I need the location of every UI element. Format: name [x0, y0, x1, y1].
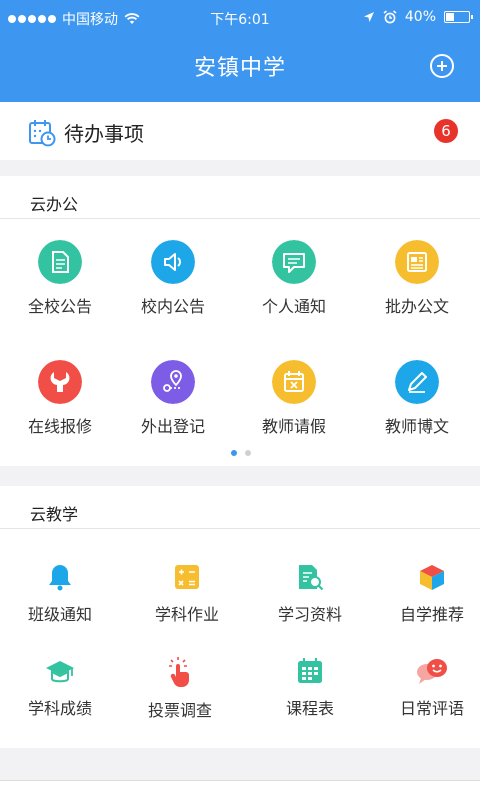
document-icon	[38, 240, 82, 284]
newspaper-icon	[395, 240, 439, 284]
chat-bubbles-icon	[417, 659, 447, 684]
teaching-item-label: 学科作业	[154, 605, 219, 624]
office-item-label: 校内公告	[140, 297, 205, 316]
office-item-teacher-blog[interactable]: 教师博文	[357, 360, 477, 437]
page-indicator	[231, 450, 251, 456]
battery-percent: 40%	[404, 9, 436, 25]
office-item-label: 全校公告	[27, 297, 92, 316]
todo-label: 待办事项	[64, 122, 144, 146]
teaching-item-label: 日常评语	[399, 699, 464, 718]
pencil-icon	[395, 360, 439, 404]
teaching-item-self-study[interactable]: 自学推荐	[372, 562, 480, 625]
teaching-item-label: 自学推荐	[399, 605, 464, 624]
office-section-title: 云办公	[0, 176, 480, 219]
teaching-item-homework[interactable]: 学科作业	[127, 562, 247, 625]
office-item-label: 在线报修	[27, 417, 92, 436]
top-bar: 中国移动 下午6:01 40% 安镇中学	[0, 0, 480, 102]
office-item-teacher-leave[interactable]: 教师请假	[234, 360, 354, 437]
office-item-school-notice[interactable]: 全校公告	[0, 240, 120, 317]
office-item-label: 外出登记	[140, 417, 205, 436]
office-item-personal-notice[interactable]: 个人通知	[234, 240, 354, 317]
todo-row[interactable]: 待办事项 6	[0, 102, 480, 160]
message-icon	[272, 240, 316, 284]
status-bar: 中国移动 下午6:01 40%	[0, 0, 480, 36]
office-item-campus-notice[interactable]: 校内公告	[113, 240, 233, 317]
schedule-icon	[298, 658, 322, 683]
page-dot[interactable]	[245, 450, 251, 456]
teaching-item-label: 学科成绩	[27, 699, 92, 718]
teaching-item-schedule[interactable]: 课程表	[250, 656, 370, 719]
teaching-item-label: 投票调查	[147, 701, 212, 720]
graduation-cap-icon	[46, 661, 74, 683]
calculator-icon	[175, 565, 199, 589]
battery-fill	[446, 13, 454, 21]
office-item-label: 批办公文	[384, 297, 449, 316]
page-dot-active[interactable]	[231, 450, 237, 456]
document-search-icon	[299, 565, 324, 591]
cube-icon	[420, 565, 444, 590]
location-arrow-icon	[363, 12, 374, 22]
office-item-online-repair[interactable]: 在线报修	[0, 360, 120, 437]
teaching-item-grades[interactable]: 学科成绩	[0, 656, 120, 719]
teaching-item-label: 学习资料	[277, 605, 342, 624]
wrench-icon	[38, 360, 82, 404]
office-item-outing-register[interactable]: 外出登记	[113, 360, 233, 437]
teaching-item-study-materials[interactable]: 学习资料	[250, 562, 370, 625]
teaching-item-class-notice[interactable]: 班级通知	[0, 562, 120, 625]
calendar-x-icon	[272, 360, 316, 404]
hand-tap-icon	[169, 657, 189, 687]
teaching-item-daily-comments[interactable]: 日常评语	[372, 656, 480, 719]
speaker-icon	[151, 240, 195, 284]
bell-icon	[49, 565, 71, 591]
teaching-item-label: 班级通知	[27, 605, 92, 624]
teaching-section: 云教学 班级通知 学科作业 学习资料 自学推荐 学科成绩 投票调查 课程表 日常…	[0, 486, 480, 748]
plus-circle-icon[interactable]	[430, 54, 454, 78]
office-item-label: 教师博文	[384, 417, 449, 436]
office-item-document-approval[interactable]: 批办公文	[357, 240, 477, 317]
location-icon	[151, 360, 195, 404]
calendar-clock-icon	[29, 120, 56, 147]
bottom-tab-bar[interactable]	[0, 780, 480, 800]
teaching-item-label: 课程表	[285, 699, 334, 718]
office-item-label: 个人通知	[261, 297, 326, 316]
todo-badge: 6	[434, 119, 458, 143]
office-item-label: 教师请假	[261, 417, 326, 436]
status-right: 40%	[363, 9, 473, 25]
battery-icon	[444, 11, 473, 23]
page-title: 安镇中学	[193, 56, 286, 81]
teaching-item-vote[interactable]: 投票调查	[120, 656, 240, 721]
teaching-section-title: 云教学	[0, 486, 480, 529]
office-section: 云办公 全校公告 校内公告 个人通知 批办公文 在线报修 外出登记 教师请假 教…	[0, 176, 480, 466]
alarm-icon	[383, 10, 397, 24]
